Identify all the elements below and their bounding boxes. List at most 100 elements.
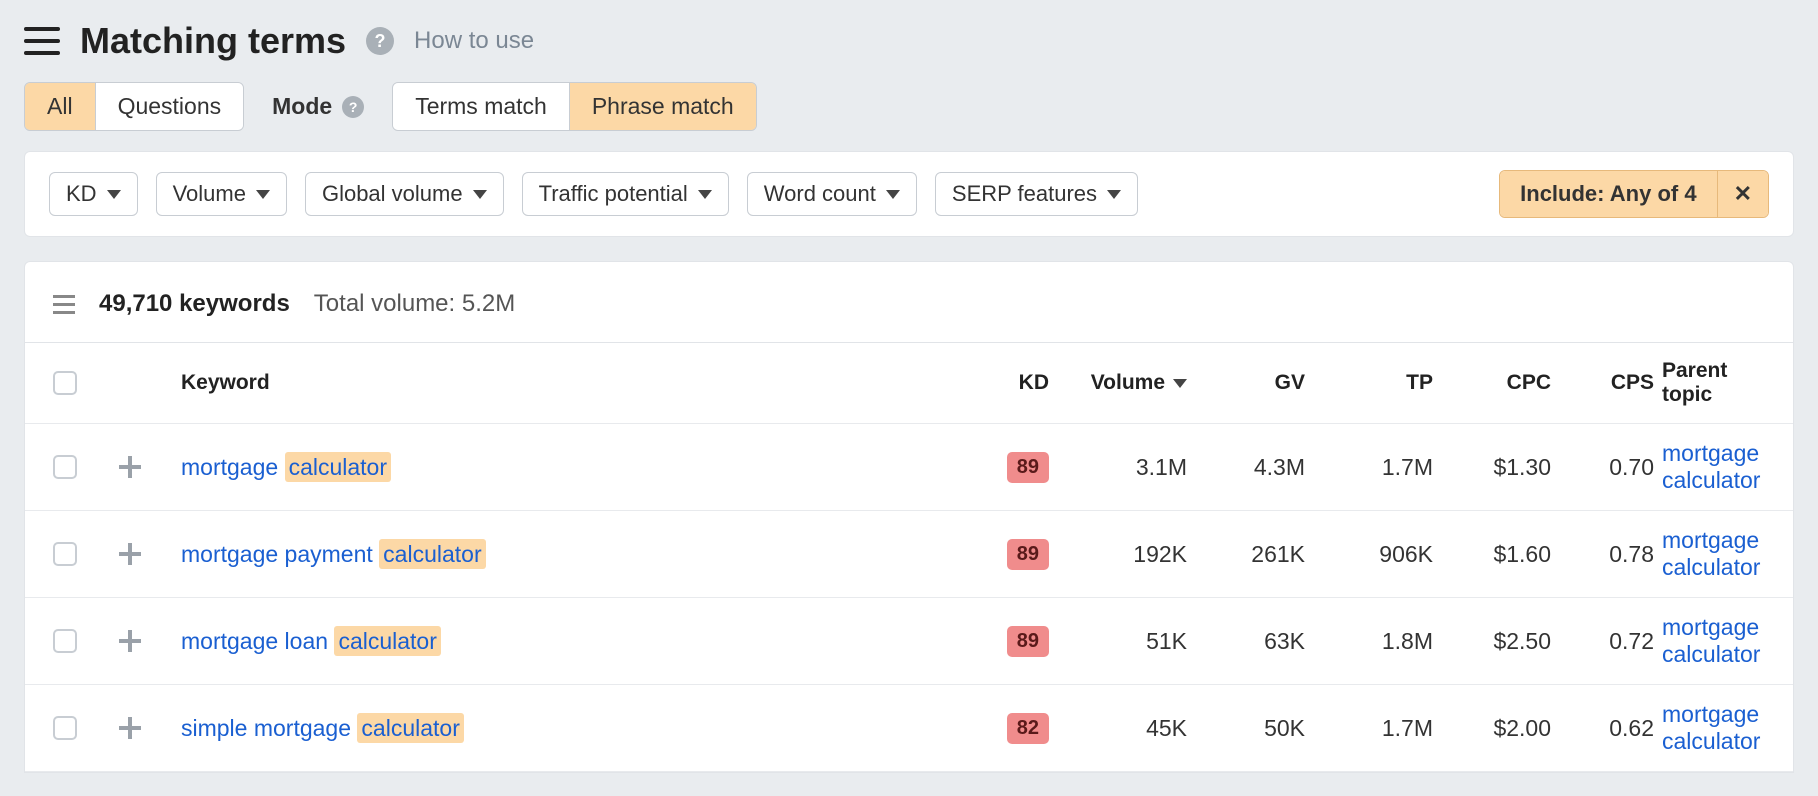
page-title: Matching terms xyxy=(80,20,346,62)
cpc-cell: $1.60 xyxy=(1441,541,1551,568)
cpc-cell: $1.30 xyxy=(1441,454,1551,481)
filter-volume[interactable]: Volume xyxy=(156,172,287,216)
table-row: mortgage calculator 89 3.1M 4.3M 1.7M $1.30 0.… xyxy=(25,424,1793,511)
chevron-down-icon xyxy=(698,190,712,199)
filter-kd[interactable]: KD xyxy=(49,172,138,216)
gv-cell: 261K xyxy=(1195,541,1305,568)
tp-cell: 906K xyxy=(1313,541,1433,568)
col-kd[interactable]: KD xyxy=(959,371,1049,395)
table-row: mortgage payment calculator 89 192K 261K 906… xyxy=(25,511,1793,598)
cpc-cell: $2.50 xyxy=(1441,628,1551,655)
mode-help-icon[interactable]: ? xyxy=(342,96,364,118)
mode-label: Mode ? xyxy=(272,93,364,120)
filter-global-volume[interactable]: Global volume xyxy=(305,172,504,216)
expand-icon[interactable] xyxy=(117,715,143,741)
row-checkbox[interactable] xyxy=(53,716,77,740)
col-keyword[interactable]: Keyword xyxy=(181,371,951,395)
chevron-down-icon xyxy=(473,190,487,199)
keyword-link[interactable]: mortgage loan calculator xyxy=(181,626,441,656)
list-icon[interactable] xyxy=(53,295,75,314)
kd-badge: 89 xyxy=(1007,452,1049,483)
parent-topic-cell: mortgage calculator xyxy=(1662,440,1765,494)
parent-topic-link[interactable]: mortgage calculator xyxy=(1662,527,1760,580)
cps-cell: 0.72 xyxy=(1559,628,1654,655)
parent-topic-cell: mortgage calculator xyxy=(1662,614,1765,668)
col-volume[interactable]: Volume xyxy=(1057,371,1187,395)
parent-topic-link[interactable]: mortgage calculator xyxy=(1662,701,1760,754)
filter-traffic-potential[interactable]: Traffic potential xyxy=(522,172,729,216)
volume-cell: 45K xyxy=(1057,715,1187,742)
volume-cell: 51K xyxy=(1057,628,1187,655)
table-row: mortgage loan calculator 89 51K 63K 1.8M $2.5… xyxy=(25,598,1793,685)
menu-icon[interactable] xyxy=(24,27,60,55)
parent-topic-cell: mortgage calculator xyxy=(1662,701,1765,755)
how-to-use-link[interactable]: How to use xyxy=(414,27,534,55)
type-segmented: All Questions xyxy=(24,82,244,131)
filter-word-count[interactable]: Word count xyxy=(747,172,917,216)
table-header: Keyword KD Volume GV TP CPC CPS Parent t… xyxy=(25,343,1793,424)
parent-topic-link[interactable]: mortgage calculator xyxy=(1662,614,1760,667)
tp-cell: 1.8M xyxy=(1313,628,1433,655)
keywords-table: Keyword KD Volume GV TP CPC CPS Parent t… xyxy=(25,342,1793,772)
table-row: simple mortgage calculator 82 45K 50K 1.7M $2… xyxy=(25,685,1793,772)
results-card: 49,710 keywords Total volume: 5.2M Keywo… xyxy=(24,261,1794,773)
filters-bar: KD Volume Global volume Traffic potentia… xyxy=(24,151,1794,237)
tp-cell: 1.7M xyxy=(1313,715,1433,742)
volume-cell: 192K xyxy=(1057,541,1187,568)
parent-topic-link[interactable]: mortgage calculator xyxy=(1662,440,1760,493)
expand-icon[interactable] xyxy=(117,628,143,654)
keyword-cell: simple mortgage calculator xyxy=(181,715,951,742)
cpc-cell: $2.00 xyxy=(1441,715,1551,742)
tab-questions[interactable]: Questions xyxy=(96,83,244,130)
select-all-checkbox[interactable] xyxy=(53,371,77,395)
filter-include: Include: Any of 4 ✕ xyxy=(1499,170,1769,218)
kd-badge: 89 xyxy=(1007,539,1049,570)
gv-cell: 63K xyxy=(1195,628,1305,655)
keyword-count: 49,710 keywords xyxy=(99,290,290,318)
keyword-link[interactable]: simple mortgage calculator xyxy=(181,713,464,743)
sort-desc-icon xyxy=(1173,379,1187,388)
keyword-cell: mortgage payment calculator xyxy=(181,541,951,568)
total-volume: Total volume: 5.2M xyxy=(314,290,515,318)
tab-terms-match[interactable]: Terms match xyxy=(393,83,570,130)
chevron-down-icon xyxy=(1107,190,1121,199)
cps-cell: 0.70 xyxy=(1559,454,1654,481)
expand-icon[interactable] xyxy=(117,541,143,567)
help-icon[interactable]: ? xyxy=(366,27,394,55)
col-cpc[interactable]: CPC xyxy=(1441,371,1551,395)
tab-phrase-match[interactable]: Phrase match xyxy=(570,83,756,130)
tab-all[interactable]: All xyxy=(25,83,96,130)
gv-cell: 4.3M xyxy=(1195,454,1305,481)
volume-cell: 3.1M xyxy=(1057,454,1187,481)
kd-cell: 89 xyxy=(959,539,1049,570)
expand-icon[interactable] xyxy=(117,454,143,480)
keyword-link[interactable]: mortgage calculator xyxy=(181,452,391,482)
col-cps[interactable]: CPS xyxy=(1559,371,1654,395)
kd-cell: 89 xyxy=(959,626,1049,657)
kd-cell: 82 xyxy=(959,713,1049,744)
gv-cell: 50K xyxy=(1195,715,1305,742)
keyword-link[interactable]: mortgage payment calculator xyxy=(181,539,486,569)
close-icon[interactable]: ✕ xyxy=(1717,171,1768,217)
mode-segmented: Terms match Phrase match xyxy=(392,82,757,131)
tp-cell: 1.7M xyxy=(1313,454,1433,481)
col-gv[interactable]: GV xyxy=(1195,371,1305,395)
kd-cell: 89 xyxy=(959,452,1049,483)
parent-topic-cell: mortgage calculator xyxy=(1662,527,1765,581)
filter-serp-features[interactable]: SERP features xyxy=(935,172,1138,216)
col-tp[interactable]: TP xyxy=(1313,371,1433,395)
include-filter-label[interactable]: Include: Any of 4 xyxy=(1500,171,1716,217)
keyword-cell: mortgage calculator xyxy=(181,454,951,481)
col-parent[interactable]: Parent topic xyxy=(1662,359,1765,407)
kd-badge: 82 xyxy=(1007,713,1049,744)
chevron-down-icon xyxy=(107,190,121,199)
chevron-down-icon xyxy=(886,190,900,199)
keyword-cell: mortgage loan calculator xyxy=(181,628,951,655)
cps-cell: 0.62 xyxy=(1559,715,1654,742)
row-checkbox[interactable] xyxy=(53,455,77,479)
chevron-down-icon xyxy=(256,190,270,199)
kd-badge: 89 xyxy=(1007,626,1049,657)
cps-cell: 0.78 xyxy=(1559,541,1654,568)
row-checkbox[interactable] xyxy=(53,629,77,653)
row-checkbox[interactable] xyxy=(53,542,77,566)
